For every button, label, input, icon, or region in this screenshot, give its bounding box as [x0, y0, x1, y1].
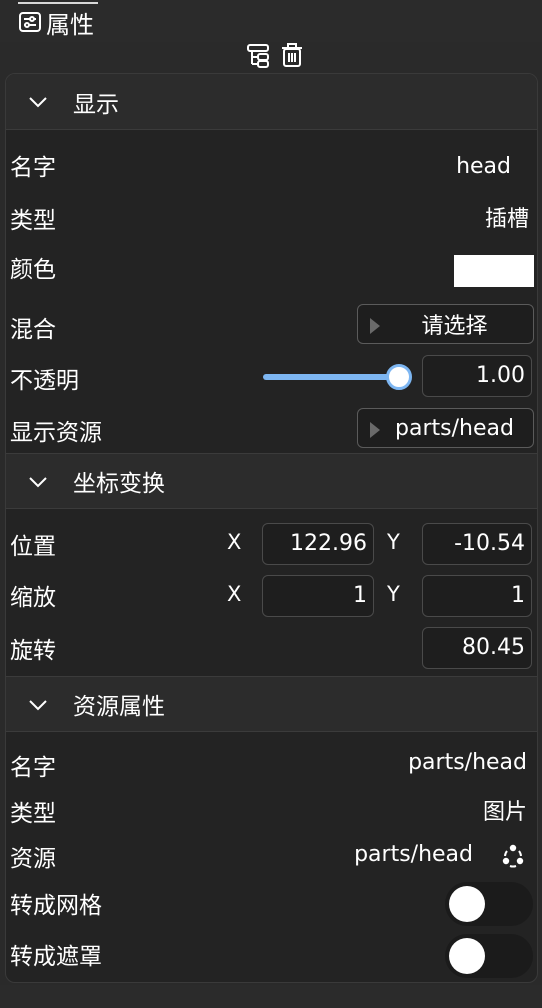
display-resource-label: 显示资源: [10, 420, 102, 446]
to-mesh-toggle[interactable]: [445, 882, 533, 926]
row-display-resource: 显示资源 parts/head: [6, 407, 537, 451]
name-value: head: [456, 154, 511, 179]
rotation-input[interactable]: 80.45: [422, 627, 532, 669]
color-swatch[interactable]: [454, 255, 534, 287]
toolbar: [0, 40, 542, 70]
resource-source-value: parts/head: [354, 842, 473, 867]
resource-source-label: 资源: [10, 846, 56, 872]
resource-name-value: parts/head: [408, 750, 527, 775]
type-value: 插槽: [484, 207, 529, 232]
opacity-label: 不透明: [10, 368, 79, 394]
properties-panel: 属性 显示 名字 head 类型 插槽 颜色 混合 请选择 不透明 1.00 显…: [0, 0, 542, 1008]
tab-label: 属性: [46, 10, 94, 39]
refresh-icon[interactable]: [499, 842, 527, 870]
toggle-knob: [449, 886, 485, 922]
position-y-axis-label: Y: [387, 530, 400, 554]
blend-select-value: 请选择: [421, 314, 488, 339]
bottom-strip: [0, 985, 542, 1008]
position-y-input[interactable]: -10.54: [422, 523, 532, 565]
row-blend: 混合 请选择: [6, 303, 537, 347]
tab-bar: 属性: [0, 0, 542, 42]
row-name: 名字 head: [6, 146, 537, 186]
opacity-slider-track[interactable]: [263, 374, 399, 380]
trash-icon[interactable]: [279, 42, 305, 68]
to-mask-label: 转成遮罩: [10, 944, 102, 970]
display-resource-select[interactable]: parts/head: [357, 408, 534, 448]
chevron-down-icon: [29, 477, 47, 488]
opacity-slider-thumb[interactable]: [386, 364, 412, 390]
row-scale: 缩放 X 1 Y 1: [6, 574, 537, 620]
scale-y-input[interactable]: 1: [422, 575, 532, 617]
position-x-axis-label: X: [227, 530, 242, 554]
row-to-mesh: 转成网格: [6, 880, 537, 928]
section-header-transform[interactable]: 坐标变换: [6, 453, 537, 509]
color-label: 颜色: [10, 257, 56, 283]
type-label: 类型: [10, 208, 56, 234]
row-resource-name: 名字 parts/head: [6, 746, 537, 786]
chevron-down-icon: [29, 97, 47, 108]
row-rotation: 旋转 80.45: [6, 627, 537, 673]
section-header-resource[interactable]: 资源属性: [6, 676, 537, 732]
to-mask-toggle[interactable]: [445, 934, 533, 978]
resource-name-label: 名字: [10, 755, 56, 781]
opacity-input[interactable]: 1.00: [422, 355, 532, 397]
scale-label: 缩放: [10, 585, 56, 611]
row-resource-source: 资源 parts/head: [6, 837, 537, 877]
resource-type-value: 图片: [482, 800, 527, 825]
row-type: 类型 插槽: [6, 199, 537, 239]
position-label: 位置: [10, 534, 56, 560]
toggle-knob: [449, 938, 485, 974]
tree-icon[interactable]: [246, 42, 272, 68]
tab-properties[interactable]: 属性: [18, 4, 94, 40]
row-to-mask: 转成遮罩: [6, 932, 537, 980]
blend-label: 混合: [10, 317, 56, 343]
scale-x-input[interactable]: 1: [262, 575, 374, 617]
scale-y-axis-label: Y: [387, 582, 400, 606]
section-title: 资源属性: [73, 694, 165, 720]
resource-type-label: 类型: [10, 801, 56, 827]
row-position: 位置 X 122.96 Y -10.54: [6, 522, 537, 568]
name-label: 名字: [10, 155, 56, 181]
display-resource-value: parts/head: [395, 415, 514, 441]
properties-content: 显示 名字 head 类型 插槽 颜色 混合 请选择 不透明 1.00 显示资源…: [5, 73, 538, 983]
scale-x-axis-label: X: [227, 582, 242, 606]
chevron-down-icon: [29, 700, 47, 711]
to-mesh-label: 转成网格: [10, 893, 102, 919]
section-title: 坐标变换: [73, 471, 165, 497]
section-title: 显示: [73, 91, 119, 118]
row-opacity: 不透明 1.00: [6, 354, 537, 398]
properties-icon: [19, 12, 41, 32]
row-color: 颜色: [6, 248, 537, 288]
blend-select[interactable]: 请选择: [357, 304, 534, 344]
position-x-input[interactable]: 122.96: [262, 523, 374, 565]
rotation-label: 旋转: [10, 638, 56, 664]
row-resource-type: 类型 图片: [6, 792, 537, 832]
section-header-display[interactable]: 显示: [6, 74, 537, 130]
